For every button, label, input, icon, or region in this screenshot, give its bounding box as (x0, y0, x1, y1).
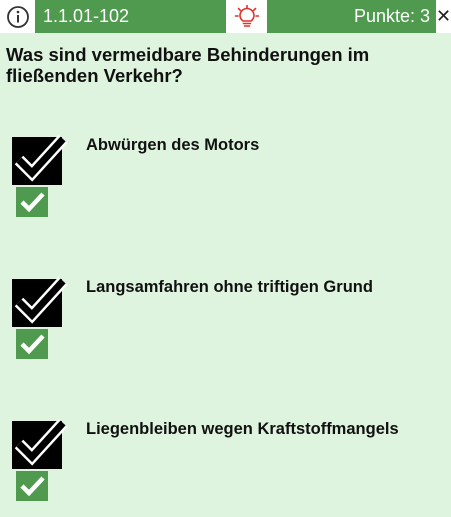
answer-option-1[interactable]: Abwürgen des Motors (0, 133, 451, 233)
answer-text: Liegenbleiben wegen Kraftstoffmangels (86, 420, 399, 438)
close-icon: ✕ (436, 6, 451, 26)
info-button[interactable] (0, 0, 35, 33)
selected-checkbox-icon[interactable] (12, 133, 70, 185)
close-button[interactable]: ✕ (436, 0, 451, 33)
points-label: Punkte: 3 (267, 0, 436, 33)
correct-check-icon (16, 187, 48, 217)
correct-check-icon (16, 329, 48, 359)
selected-checkbox-icon[interactable] (12, 417, 70, 469)
hint-button[interactable] (226, 0, 267, 33)
answer-option-3[interactable]: Liegenbleiben wegen Kraftstoffmangels (0, 417, 451, 517)
question-text: Was sind vermeidbare Behinderungen im fl… (6, 44, 370, 86)
question-id: 1.1.01-102 (35, 0, 226, 33)
lightbulb-icon (234, 4, 259, 27)
answer-option-2[interactable]: Langsamfahren ohne triftigen Grund (0, 275, 451, 375)
selected-checkbox-icon[interactable] (12, 275, 70, 327)
answer-text: Abwürgen des Motors (86, 136, 260, 154)
info-icon (6, 5, 29, 28)
correct-check-icon (16, 471, 48, 501)
answer-text: Langsamfahren ohne triftigen Grund (86, 278, 373, 296)
